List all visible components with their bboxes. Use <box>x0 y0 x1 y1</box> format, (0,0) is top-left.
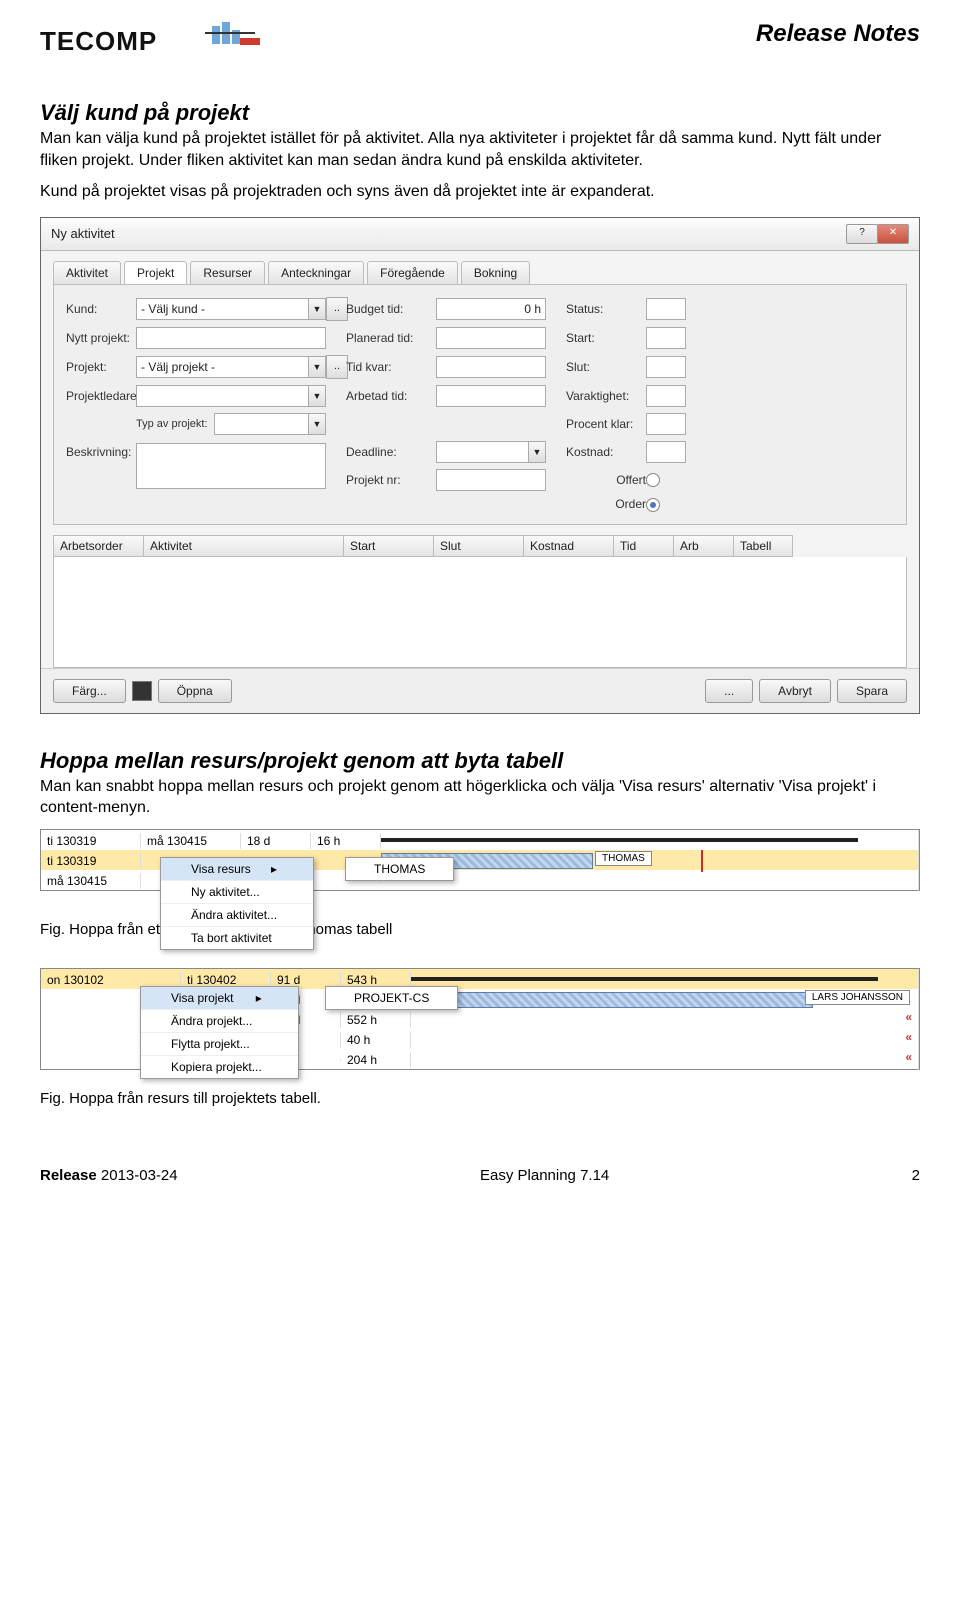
beskrivning-label: Beskrivning: <box>66 445 136 459</box>
procent-label: Procent klar: <box>566 417 646 431</box>
menu-ta-bort-aktivitet[interactable]: Ta bort aktivitet <box>161 927 313 949</box>
projektledare-label: Projektledare: <box>66 389 136 403</box>
caption-2: Fig. Hoppa från resurs till projektets t… <box>40 1090 920 1107</box>
budget-label: Budget tid: <box>346 302 436 316</box>
section1-p1: Man kan välja kund på projektet istället… <box>40 128 920 171</box>
submenu-projekt-cs[interactable]: PROJEKT-CS <box>325 986 458 1010</box>
table-header: ArbetsorderAktivitet StartSlut KostnadTi… <box>53 535 907 557</box>
order-radio[interactable] <box>646 498 660 512</box>
lars-badge: LARS JOHANSSON <box>805 990 910 1005</box>
menu-flytta-projekt[interactable]: Flytta projekt... <box>141 1033 298 1056</box>
beskrivning-input[interactable] <box>136 443 326 489</box>
tab-resurser[interactable]: Resurser <box>190 261 265 284</box>
budget-input[interactable]: 0 h <box>436 298 546 320</box>
offert-radio[interactable] <box>646 473 660 487</box>
deadline-input[interactable]: ▼ <box>436 441 546 463</box>
menu-ny-aktivitet[interactable]: Ny aktivitet... <box>161 881 313 904</box>
help-button[interactable]: ? <box>846 224 878 244</box>
context-menu[interactable]: Visa resurs▸ Ny aktivitet... Ändra aktiv… <box>160 857 314 950</box>
status-label: Status: <box>566 302 646 316</box>
procent-input[interactable] <box>646 413 686 435</box>
projekt-dropdown[interactable]: - Välj projekt -▼ <box>136 356 326 378</box>
menu-andra-aktivitet[interactable]: Ändra aktivitet... <box>161 904 313 927</box>
color-swatch[interactable] <box>132 681 152 701</box>
section1-p2: Kund på projektet visas på projektraden … <box>40 181 920 203</box>
kostnad-input[interactable] <box>646 441 686 463</box>
doc-title: Release Notes <box>756 20 920 48</box>
oppna-button[interactable]: Öppna <box>158 679 232 703</box>
projnr-label: Projekt nr: <box>346 473 436 487</box>
footer-release-label: Release <box>40 1167 97 1184</box>
kund-browse[interactable]: .. <box>326 297 348 321</box>
thomas-badge: THOMAS <box>595 851 652 866</box>
menu-visa-projekt[interactable]: Visa projekt▸ <box>141 987 298 1010</box>
offert-label: Offert <box>566 473 646 487</box>
start-input[interactable] <box>646 327 686 349</box>
varaktighet-label: Varaktighet: <box>566 389 646 403</box>
close-button[interactable]: ✕ <box>877 224 909 244</box>
svg-text:TECOMP: TECOMP <box>40 26 157 56</box>
dialog-title: Ny aktivitet <box>51 226 115 241</box>
planerad-label: Planerad tid: <box>346 331 436 345</box>
status-input[interactable] <box>646 298 686 320</box>
menu-andra-projekt[interactable]: Ändra projekt... <box>141 1010 298 1033</box>
tidkvar-label: Tid kvar: <box>346 360 436 374</box>
tab-aktivitet[interactable]: Aktivitet <box>53 261 121 284</box>
tab-projekt[interactable]: Projekt <box>124 261 187 284</box>
projekt-browse[interactable]: .. <box>326 355 348 379</box>
nyttprojekt-input[interactable] <box>136 327 326 349</box>
planerad-input[interactable] <box>436 327 546 349</box>
tidkvar-input[interactable] <box>436 356 546 378</box>
slut-label: Slut: <box>566 360 646 374</box>
menu-visa-resurs[interactable]: Visa resurs▸ <box>161 858 313 881</box>
projnr-input[interactable] <box>436 469 546 491</box>
projektledare-dropdown[interactable]: ▼ <box>136 385 326 407</box>
projekt-label: Projekt: <box>66 360 136 374</box>
deadline-label: Deadline: <box>346 445 436 459</box>
menu-kopiera-projekt[interactable]: Kopiera projekt... <box>141 1056 298 1078</box>
typ-dropdown[interactable]: ▼ <box>214 413 326 435</box>
tecomp-logo: TECOMP <box>40 20 280 60</box>
footer-page: 2 <box>912 1167 920 1184</box>
footer-release-date: 2013-03-24 <box>101 1167 178 1184</box>
arbetad-label: Arbetad tid: <box>346 389 436 403</box>
order-label: Order <box>566 497 646 511</box>
tab-foregaende[interactable]: Föregående <box>367 261 458 284</box>
varaktighet-input[interactable] <box>646 385 686 407</box>
today-line-icon <box>701 850 703 872</box>
tab-anteckningar[interactable]: Anteckningar <box>268 261 364 284</box>
start-label: Start: <box>566 331 646 345</box>
kostnad-label: Kostnad: <box>566 445 646 459</box>
section2-p1: Man kan snabbt hoppa mellan resurs och p… <box>40 776 920 819</box>
nyttprojekt-label: Nytt projekt: <box>66 331 136 345</box>
spara-button[interactable]: Spara <box>837 679 907 703</box>
avbryt-button[interactable]: Avbryt <box>759 679 831 703</box>
kund-dropdown[interactable]: - Välj kund -▼ <box>136 298 326 320</box>
new-activity-dialog: Ny aktivitet ? ✕ Aktivitet Projekt Resur… <box>40 217 920 714</box>
dots-button[interactable]: ... <box>705 679 753 703</box>
table-body <box>53 557 907 668</box>
submenu-thomas[interactable]: THOMAS <box>345 857 454 881</box>
context-menu-2[interactable]: Visa projekt▸ Ändra projekt... Flytta pr… <box>140 986 299 1079</box>
section1-title: Välj kund på projekt <box>40 100 920 126</box>
tab-bokning[interactable]: Bokning <box>461 261 530 284</box>
section2-title: Hoppa mellan resurs/projekt genom att by… <box>40 748 920 774</box>
kund-label: Kund: <box>66 302 136 316</box>
slut-input[interactable] <box>646 356 686 378</box>
arbetad-input[interactable] <box>436 385 546 407</box>
footer-product: Easy Planning 7.14 <box>480 1167 609 1184</box>
farg-button[interactable]: Färg... <box>53 679 126 703</box>
